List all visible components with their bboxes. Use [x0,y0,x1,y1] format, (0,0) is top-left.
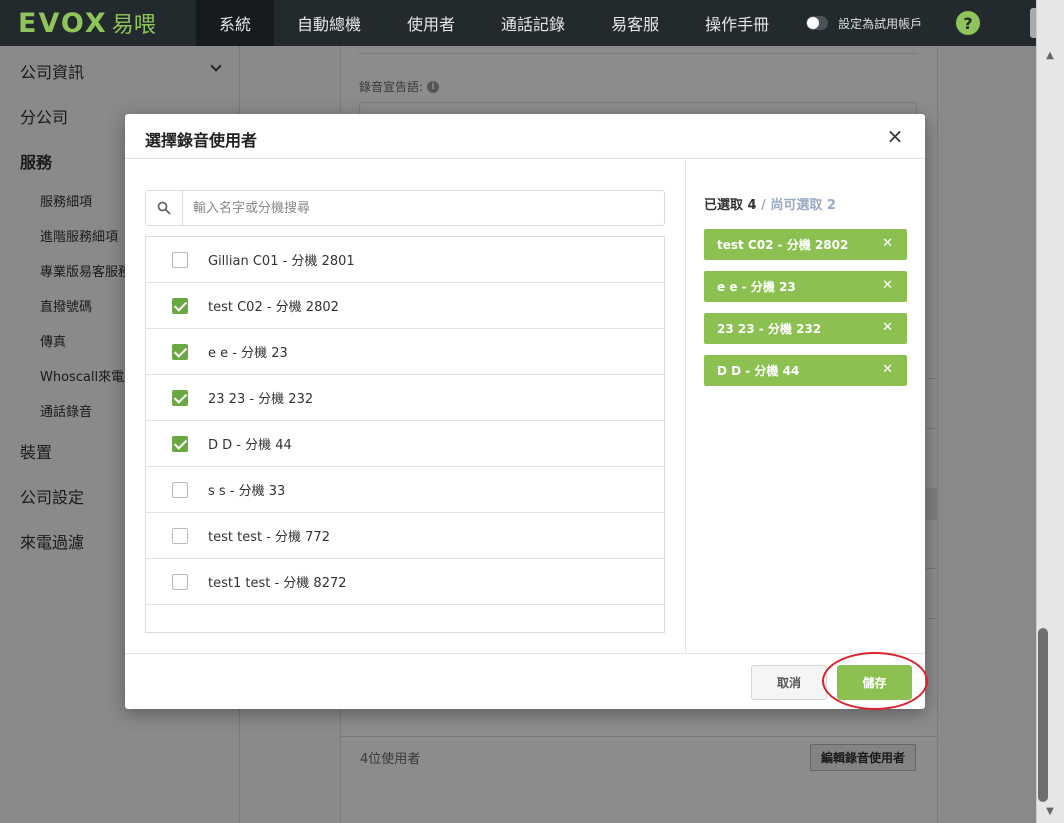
user-row[interactable]: test1 test - 分機 8272 [146,559,664,605]
user-checkbox[interactable] [172,573,188,590]
sidebar-sub-advanced-services[interactable]: 進階服務細項 [40,226,128,245]
selected-user-chip: test C02 - 分機 2802 ✕ [704,229,907,260]
user-label: 23 23 - 分機 232 [208,392,314,407]
user-checkbox[interactable] [172,527,188,544]
user-checkbox[interactable] [172,435,188,452]
remove-chip-icon[interactable]: ✕ [882,278,893,293]
logo-text: EVOX [18,7,108,39]
divider [926,428,938,429]
user-label: test C02 - 分機 2802 [208,300,339,315]
chip-label: 23 23 - 分機 232 [717,322,822,336]
divider [926,488,938,520]
selection-summary: 已選取 4 / 尚可選取 2 [704,194,836,213]
divider [926,618,938,619]
user-checkbox[interactable] [172,481,188,498]
nav-item-customer-service[interactable]: 易客服 [588,0,682,46]
search-icon [146,191,183,225]
remove-chip-icon[interactable]: ✕ [882,320,893,335]
top-nav: EVOX 易喂 系統 自動總機 使用者 通話記錄 易客服 操作手冊 設定為試用帳… [0,0,1036,46]
sidebar-item-company-info[interactable]: 公司資訊 [20,59,84,83]
user-checkbox[interactable] [172,389,188,406]
scroll-down-icon[interactable]: ▼ [1036,806,1064,818]
user-checkbox[interactable] [172,343,188,360]
sidebar-sub-direct-numbers[interactable]: 直撥號碼 [40,296,128,315]
dialog-title: 選擇錄音使用者 [145,131,258,150]
toggle-knob [807,17,820,29]
sidebar-item-company-settings[interactable]: 公司設定 [20,484,84,508]
divider [340,736,938,737]
sidebar-item-branches[interactable]: 分公司 [20,104,68,128]
selected-user-chip: e e - 分機 23 ✕ [704,271,907,302]
cancel-button[interactable]: 取消 [751,665,827,700]
divider [926,378,938,379]
announcement-label-text: 錄音宣告語: [359,80,424,94]
close-icon[interactable]: × [884,125,906,147]
nav-item-call-records[interactable]: 通話記錄 [478,0,588,46]
sidebar-item-devices[interactable]: 裝置 [20,439,52,463]
selected-user-chip: D D - 分機 44 ✕ [704,355,907,386]
scroll-up-icon[interactable]: ▲ [1036,50,1064,62]
announcement-label: 錄音宣告語: i [359,78,440,95]
user-label: s s - 分機 33 [208,484,286,499]
nav-item-manual[interactable]: 操作手冊 [682,0,792,46]
user-selection-pane: Gillian C01 - 分機 2801 test C02 - 分機 2802… [125,160,686,653]
chip-label: test C02 - 分機 2802 [717,238,849,252]
recording-user-count: 4位使用者 [360,752,421,767]
user-row[interactable]: 23 23 - 分機 232 [146,375,664,421]
scroll-thumb[interactable] [1038,628,1048,802]
trial-account-toggle[interactable]: 設定為試用帳戶 [806,15,922,32]
remove-chip-icon[interactable]: ✕ [882,362,893,377]
nav-item-system[interactable]: 系統 [196,0,275,46]
user-row[interactable]: test test - 分機 772 [146,513,664,559]
selected-user-chip: 23 23 - 分機 232 ✕ [704,313,907,344]
user-label: test test - 分機 772 [208,530,330,545]
selected-count: 已選取 4 [704,198,757,213]
sidebar-sub-service-details[interactable]: 服務細項 [40,191,128,210]
selected-users-pane: 已選取 4 / 尚可選取 2 test C02 - 分機 2802 ✕ e e … [687,160,925,653]
help-icon[interactable]: ? [956,11,980,35]
trial-toggle-label: 設定為試用帳戶 [838,16,923,31]
user-checkbox[interactable] [172,297,188,314]
user-row[interactable]: e e - 分機 23 [146,329,664,375]
divider [926,568,938,569]
save-button[interactable]: 儲存 [837,665,912,700]
toggle-switch[interactable] [806,16,829,30]
dialog-header: 選擇錄音使用者 × [125,114,925,159]
remaining-count: / 尚可選取 2 [756,198,836,213]
brand-logo[interactable]: EVOX 易喂 [0,0,196,46]
dialog-footer: 取消 儲存 [125,653,925,709]
remove-chip-icon[interactable]: ✕ [882,236,893,251]
nav-item-auto-attendant[interactable]: 自動總機 [274,0,384,46]
user-row[interactable]: D D - 分機 44 [146,421,664,467]
user-list: Gillian C01 - 分機 2801 test C02 - 分機 2802… [145,236,665,633]
chip-label: D D - 分機 44 [717,364,800,378]
info-icon[interactable]: i [427,80,440,93]
user-row[interactable]: test C02 - 分機 2802 [146,283,664,329]
select-recording-users-dialog: 選擇錄音使用者 × Gillian C01 - 分機 2801 test C02… [125,114,925,709]
chevron-down-icon[interactable] [210,60,222,72]
search-box[interactable] [145,190,665,226]
logo-cn-text: 易喂 [111,13,156,38]
user-checkbox[interactable] [172,251,188,268]
sidebar-sub-whoscall[interactable]: Whoscall來電顯示 [40,366,128,385]
nav-item-users[interactable]: 使用者 [384,0,478,46]
user-label: Gillian C01 - 分機 2801 [208,254,355,269]
sidebar-sub-call-recording[interactable]: 通話錄音 [40,401,128,420]
edit-recording-users-button[interactable]: 編輯錄音使用者 [810,744,916,771]
chip-label: e e - 分機 23 [717,280,796,294]
user-row[interactable]: Gillian C01 - 分機 2801 [146,237,664,283]
sidebar-sub-fax[interactable]: 傳真 [40,331,128,350]
search-input[interactable] [183,191,664,225]
user-row[interactable]: s s - 分機 33 [146,467,664,513]
user-label: D D - 分機 44 [208,438,292,453]
divider [358,53,918,54]
user-label: test1 test - 分機 8272 [208,576,347,591]
sidebar-item-call-filter[interactable]: 來電過濾 [20,529,84,553]
sidebar-sub-pro-customer-service[interactable]: 專業版易客服務 [40,261,128,280]
sidebar-item-services[interactable]: 服務 [20,149,52,173]
user-label: e e - 分機 23 [208,346,288,361]
